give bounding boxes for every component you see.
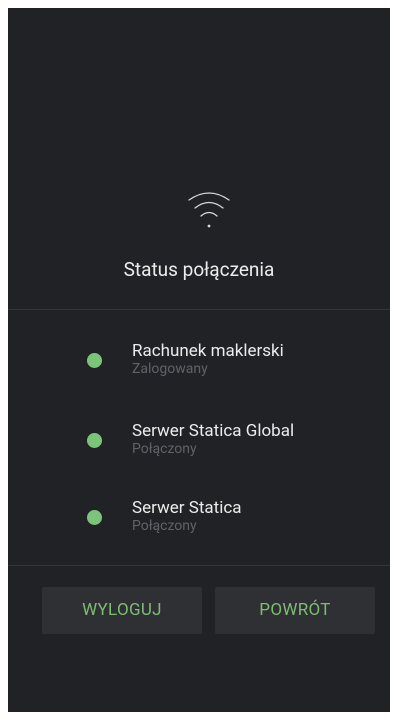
status-sublabel: Połączony: [132, 441, 197, 457]
connection-status-screen: Status połączenia Rachunek maklerski Zal…: [8, 8, 390, 712]
status-sublabel: Zalogowany: [132, 361, 208, 377]
status-item-server-global: Serwer Statica Global Połączony: [8, 420, 390, 468]
status-dot: [87, 510, 102, 525]
page-title: Status połączenia: [123, 258, 275, 281]
status-dot: [87, 353, 102, 368]
back-button[interactable]: POWRÓT: [215, 587, 375, 634]
divider: [8, 309, 390, 310]
wifi-icon: [188, 192, 230, 228]
status-dot: [87, 433, 102, 448]
status-label: Rachunek maklerski: [132, 341, 284, 361]
logout-button[interactable]: WYLOGUJ: [42, 587, 202, 634]
status-item-server: Serwer Statica Połączony: [8, 497, 390, 545]
divider: [8, 565, 390, 566]
status-label: Serwer Statica Global: [132, 421, 295, 441]
status-label: Serwer Statica: [132, 498, 242, 518]
status-sublabel: Połączony: [132, 518, 197, 534]
status-item-brokerage-account: Rachunek maklerski Zalogowany: [8, 340, 390, 388]
